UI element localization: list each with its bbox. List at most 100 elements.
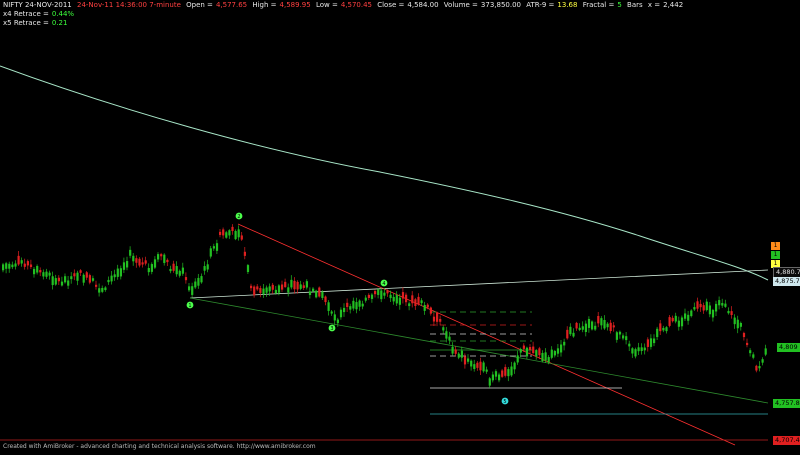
candle-body: [643, 347, 646, 351]
candle-body: [522, 345, 525, 349]
candle-body: [302, 285, 305, 288]
candle-body: [665, 327, 668, 332]
candle-body: [578, 327, 581, 330]
atr-label: ATR-9 =: [526, 1, 555, 9]
candle-body: [126, 261, 129, 268]
candle-body: [132, 255, 135, 262]
candle-body: [516, 355, 519, 363]
candle-body: [70, 276, 73, 280]
candle-body: [494, 371, 498, 377]
candle-body: [746, 342, 749, 346]
candle-body: [60, 281, 64, 286]
candle-body: [454, 349, 457, 354]
candle-body: [287, 287, 290, 293]
candle-body: [212, 246, 215, 249]
candle-body: [215, 243, 219, 251]
price-tag-4757: 4,757.84: [773, 399, 800, 408]
candle-body: [476, 362, 479, 368]
candle-body: [687, 314, 690, 321]
candle-body: [563, 341, 566, 346]
candle-body: [510, 366, 513, 376]
candle-body: [535, 350, 538, 357]
candle-body: [423, 304, 426, 311]
candle-body: [315, 290, 318, 298]
candle-body: [389, 294, 392, 299]
candle-body: [339, 309, 343, 318]
candle-body: [256, 286, 259, 290]
candle-body: [299, 284, 302, 289]
candle-body: [653, 338, 656, 344]
candle-body: [541, 352, 544, 362]
candle-body: [141, 262, 144, 265]
candle-body: [485, 369, 488, 372]
candle-body: [411, 295, 414, 304]
candle-body: [268, 286, 271, 292]
low-value: 4,570.45: [340, 1, 372, 9]
candle-body: [386, 290, 389, 294]
candle-body: [253, 286, 256, 296]
bar-datetime: 24-Nov-11 14:36:00 7-minute: [77, 1, 181, 9]
candle-body: [26, 261, 29, 266]
candle-body: [250, 285, 253, 289]
chart-area[interactable]: 1 2 3 4 5 NIFTY 24-NOV-2011 24-Nov-11 14:36:…: [0, 0, 800, 451]
candle-body: [426, 304, 429, 308]
candle-body: [39, 270, 42, 273]
candle-body: [612, 325, 615, 328]
candle-body: [277, 285, 281, 293]
candle-body: [82, 274, 85, 283]
candle-body: [470, 360, 473, 367]
candle-body: [674, 315, 677, 322]
candle-body: [122, 262, 126, 270]
candle-body: [228, 230, 231, 236]
candle-body: [184, 277, 188, 281]
candle-body: [417, 296, 420, 305]
candle-body: [749, 350, 752, 354]
candle-body: [677, 320, 680, 327]
candle-body: [405, 294, 408, 303]
candle-body: [138, 258, 141, 266]
candle-body: [587, 318, 591, 328]
candle-body: [324, 296, 327, 303]
candle-body: [262, 288, 265, 295]
candle-body: [606, 323, 609, 328]
moving-average-curve: [0, 65, 769, 281]
candle-body: [194, 281, 197, 288]
price-tag-4809: 4,809: [777, 343, 800, 352]
x-label: x =: [647, 1, 661, 9]
candle-body: [566, 329, 569, 339]
candle-body: [219, 231, 222, 235]
candle-body: [293, 280, 296, 290]
candle-body: [98, 288, 101, 293]
wave-marker-label-2: 2: [237, 214, 240, 220]
candle-body: [181, 267, 184, 274]
price-tag-4707: 4,707.48: [773, 436, 800, 445]
candle-body: [169, 268, 172, 272]
candle-body: [408, 303, 411, 307]
candle-body: [556, 348, 560, 354]
candle-body: [432, 316, 436, 322]
candle-body: [448, 336, 451, 341]
candle-body: [544, 352, 547, 361]
candle-body: [460, 350, 463, 358]
fractal-value: 5: [617, 1, 622, 9]
candle-body: [631, 348, 634, 354]
candle-body: [581, 326, 584, 330]
x4-retrace-line: x4 Retrace = 0.44%: [3, 10, 77, 19]
candle-body: [374, 291, 377, 295]
price-chart[interactable]: 1 2 3 4 5: [0, 0, 800, 451]
candle-body: [166, 259, 169, 263]
candle-body: [352, 300, 355, 309]
candle-body: [711, 309, 715, 318]
candle-body: [336, 319, 339, 324]
candle-body: [284, 281, 287, 287]
candle-body: [575, 322, 578, 329]
candle-body: [135, 258, 138, 263]
candle-body: [23, 263, 26, 267]
candle-body: [17, 255, 20, 265]
candle-body: [560, 344, 563, 353]
candle-body: [305, 281, 308, 288]
candle-body: [696, 301, 699, 309]
candle-body: [519, 349, 522, 353]
candle-body: [358, 300, 361, 307]
candlesticks: [2, 224, 767, 388]
